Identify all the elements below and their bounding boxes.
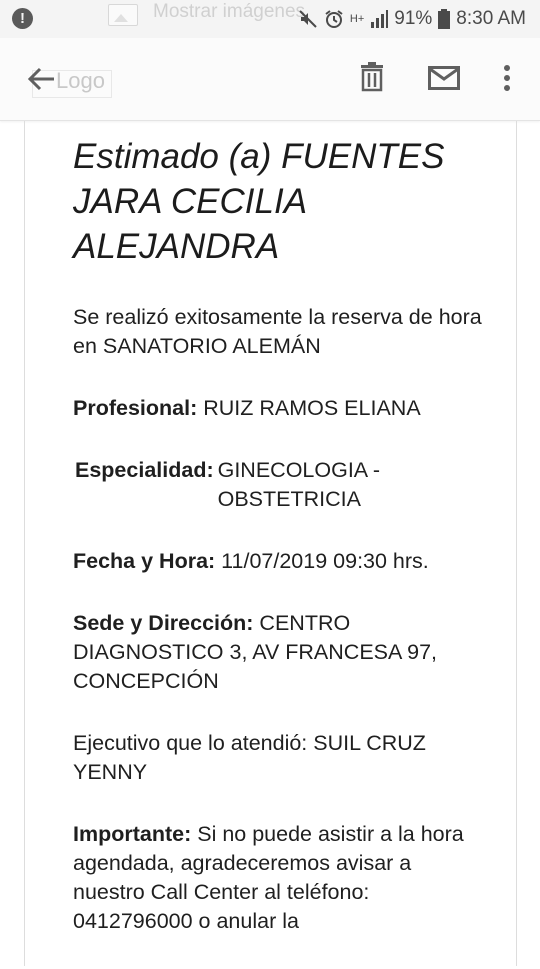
profesional-label: Profesional: (73, 396, 198, 420)
status-bar: ! Mostrar imágenes H+ 91% 8:30 AM (0, 0, 540, 38)
show-images-notice[interactable]: Mostrar imágenes (153, 1, 305, 23)
especialidad-label: Especialidad: (75, 458, 214, 482)
logo-alt-text: Logo (56, 68, 105, 93)
especialidad-value: GINECOLOGIA - OBSTETRICIA (217, 458, 381, 511)
more-vert-icon[interactable] (503, 64, 511, 92)
fecha-value: 11/07/2019 09:30 hrs. (221, 549, 429, 573)
back-arrow-icon[interactable] (24, 64, 58, 94)
greeting-heading: Estimado (a) FUENTES JARA CECILIA ALEJAN… (73, 137, 445, 266)
email-body: Estimado (a) FUENTES JARA CECILIA ALEJAN… (73, 134, 483, 969)
alert-icon: ! (12, 8, 33, 29)
email-toolbar: Logo (0, 38, 540, 121)
sede-line: Sede y Dirección: CENTRO DIAGNOSTICO 3, … (73, 609, 483, 696)
mail-icon[interactable] (428, 66, 460, 90)
fecha-label: Fecha y Hora: (73, 549, 216, 573)
network-type: H+ (349, 12, 365, 25)
profesional-line: Profesional: RUIZ RAMOS ELIANA (73, 394, 483, 423)
fecha-line: Fecha y Hora: 11/07/2019 09:30 hrs. (73, 547, 483, 576)
alarm-icon (325, 10, 343, 28)
intro-text: Se realizó exitosamente la reserva de ho… (73, 305, 482, 358)
ejecutivo-line: Ejecutivo que lo atendió: SUIL CRUZ YENN… (73, 731, 426, 784)
especialidad-line: Especialidad: GINECOLOGIA - OBSTETRICIA (75, 456, 483, 514)
battery-percent: 91% (394, 8, 433, 29)
importante-line: Importante: Si no puede asistir a la hor… (73, 820, 483, 936)
mute-icon (299, 10, 317, 28)
importante-label: Importante: (73, 822, 192, 846)
signal-icon (371, 10, 389, 28)
clock: 8:30 AM (456, 8, 526, 29)
profesional-value: RUIZ RAMOS ELIANA (203, 396, 421, 420)
sede-label: Sede y Dirección: (73, 611, 254, 635)
status-indicators: H+ 91% 8:30 AM (298, 6, 526, 32)
trash-icon[interactable] (360, 62, 384, 92)
battery-icon (438, 9, 451, 29)
image-placeholder-icon (108, 4, 138, 26)
